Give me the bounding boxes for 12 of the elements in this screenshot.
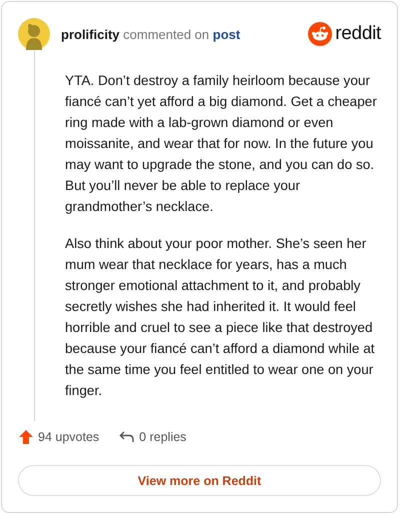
reply-count: 0 replies <box>139 430 186 444</box>
comment-paragraph: YTA. Don’t destroy a family heirloom because your fiancé can’t yet afford a big diamond. Get a cheaper ring made with a lab-grown diamond or even moissanite, and wear that for now. In the future you may want to upgrade the stone, and you can do so. But you’ll never be able to replace your grandmother’s necklace. <box>65 72 378 216</box>
upvote-count: 94 upvotes <box>38 430 100 444</box>
reply-arrow-icon[interactable] <box>119 430 136 444</box>
reddit-logo-icon <box>308 22 332 46</box>
comment-byline: prolificity commented on post <box>61 26 242 42</box>
avatar-icon <box>18 18 50 50</box>
comment-paragraph: Also think about your poor mother. She’s seen her mum wear that necklace for years, has a much stronger emotional attachment to it, and probably secretly wishes she had inherited it. It would feel horrible and cruel to see a piece like that destroyed because your fiancé can’t afford a diamond while at the same time you feel entitled to wear one on your finger. <box>65 235 376 400</box>
view-more-button[interactable]: View more on Reddit <box>18 465 381 496</box>
post-link[interactable]: post <box>212 26 240 42</box>
reddit-wordmark: reddit <box>335 23 381 45</box>
upvote-arrow-icon[interactable] <box>18 429 34 446</box>
